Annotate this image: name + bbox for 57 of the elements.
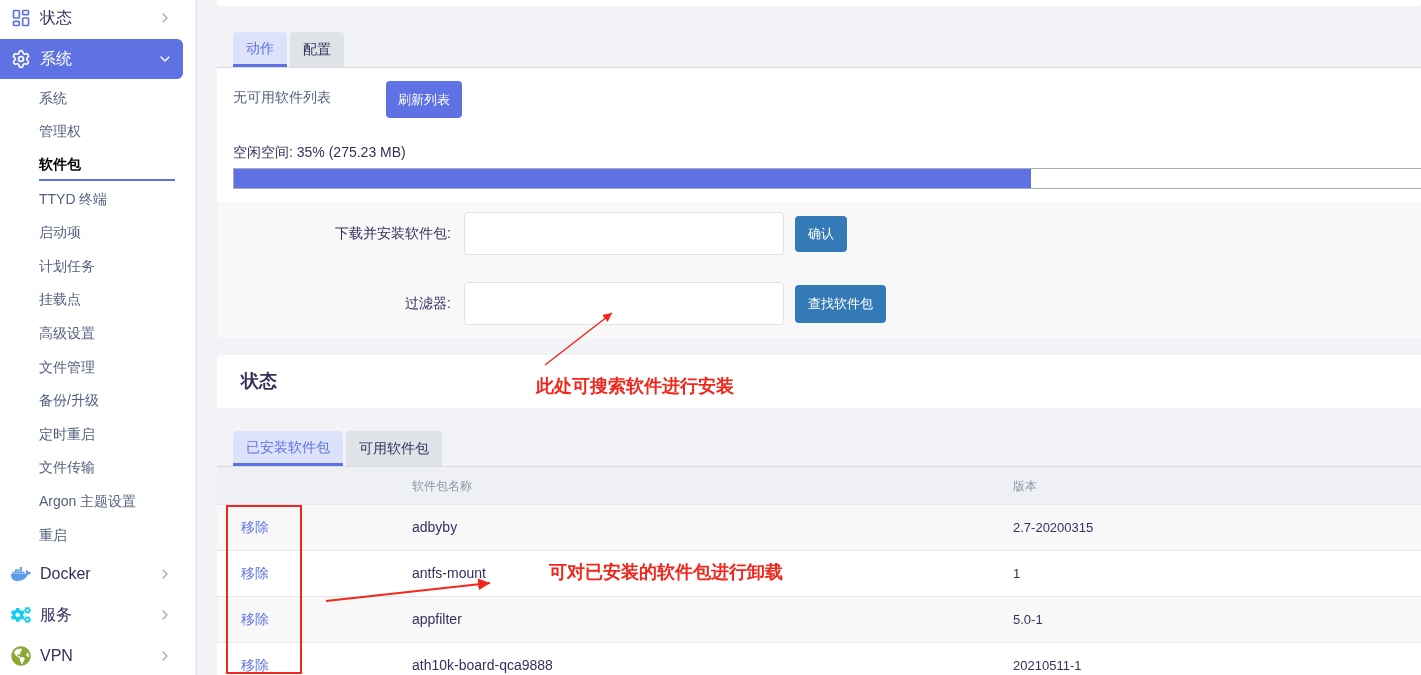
tab[interactable]: 配置 (290, 32, 344, 67)
sidebar-item[interactable]: 高级设置 (39, 317, 175, 348)
remove-link[interactable]: 移除 (241, 565, 269, 581)
package-name: antfs-mount (412, 565, 486, 581)
remove-link[interactable]: 移除 (241, 657, 269, 673)
sidebar-group-label: 系统 (40, 49, 73, 69)
annotation-arrow (544, 312, 613, 366)
form-button[interactable]: 查找软件包 (795, 284, 886, 323)
sidebar-item[interactable]: 启动项 (39, 217, 175, 248)
form-button[interactable]: 确认 (795, 215, 847, 252)
section-title: 状态 (241, 370, 277, 393)
sidebar-item[interactable]: 系统 (39, 82, 175, 113)
sidebar-group-item[interactable]: VPN (0, 636, 183, 675)
package-name: appfilter (412, 611, 462, 627)
dashboard-icon (11, 8, 31, 28)
sidebar-item[interactable]: 文件管理 (39, 351, 175, 382)
sidebar-item[interactable]: 定时重启 (39, 418, 175, 449)
sidebar-group-label: 状态 (40, 8, 73, 28)
form-label: 下载并安装软件包: (334, 224, 452, 243)
column-header: 版本 (1013, 477, 1037, 495)
sidebar-group-label: Docker (40, 564, 92, 585)
annotation-text: 此处可搜索软件进行安装 (536, 375, 734, 398)
sidebar-group-item[interactable]: 服务 (0, 595, 183, 636)
sidebar-item[interactable]: Argon 主题设置 (39, 485, 175, 516)
sidebar-group-item[interactable]: Docker (0, 554, 183, 595)
remove-link[interactable]: 移除 (241, 611, 269, 627)
sidebar-item[interactable]: 挂载点 (39, 284, 175, 315)
sidebar-item[interactable]: 重启 (39, 519, 175, 550)
settings-icon (11, 49, 31, 69)
package-name: adbyby (412, 519, 458, 535)
annotation-text: 可对已安装的软件包进行卸载 (549, 561, 783, 584)
sidebar-item[interactable]: 备份/升级 (39, 385, 175, 416)
package-version: 5.0-1 (1013, 610, 1043, 629)
package-name: ath10k-board-qca9888 (412, 657, 553, 673)
sidebar-group-label: 服务 (40, 605, 73, 626)
sidebar-group-label: VPN (40, 646, 74, 667)
free-space-label: 空闲空间: 35% (275.23 MB) (233, 143, 407, 162)
column-header: 软件包名称 (412, 477, 473, 495)
refresh-list-button[interactable]: 刷新列表 (386, 81, 462, 118)
package-version: 2.7-20200315 (1013, 518, 1094, 537)
sidebar-group-item[interactable]: 系统 (0, 39, 183, 79)
package-version: 20210511-1 (1013, 656, 1082, 675)
input-field[interactable] (464, 282, 784, 325)
form-label: 过滤器: (404, 294, 452, 313)
sidebar-item[interactable]: 管理权 (39, 116, 175, 147)
sidebar-item[interactable]: TTYD 终端 (39, 183, 175, 214)
sidebar-item[interactable]: 软件包 (39, 149, 175, 181)
sidebar-item[interactable]: 计划任务 (39, 250, 175, 281)
tab[interactable]: 可用软件包 (346, 431, 442, 466)
globe-icon (11, 646, 31, 667)
input-field[interactable] (464, 212, 784, 255)
sidebar-group-item[interactable]: 状态 (0, 0, 183, 38)
remove-link[interactable]: 移除 (241, 519, 269, 535)
sidebar-item[interactable]: 文件传输 (39, 452, 175, 483)
package-version: 1 (1013, 564, 1021, 583)
status-text: 无可用软件列表 (233, 88, 331, 107)
gears-icon (11, 605, 31, 626)
